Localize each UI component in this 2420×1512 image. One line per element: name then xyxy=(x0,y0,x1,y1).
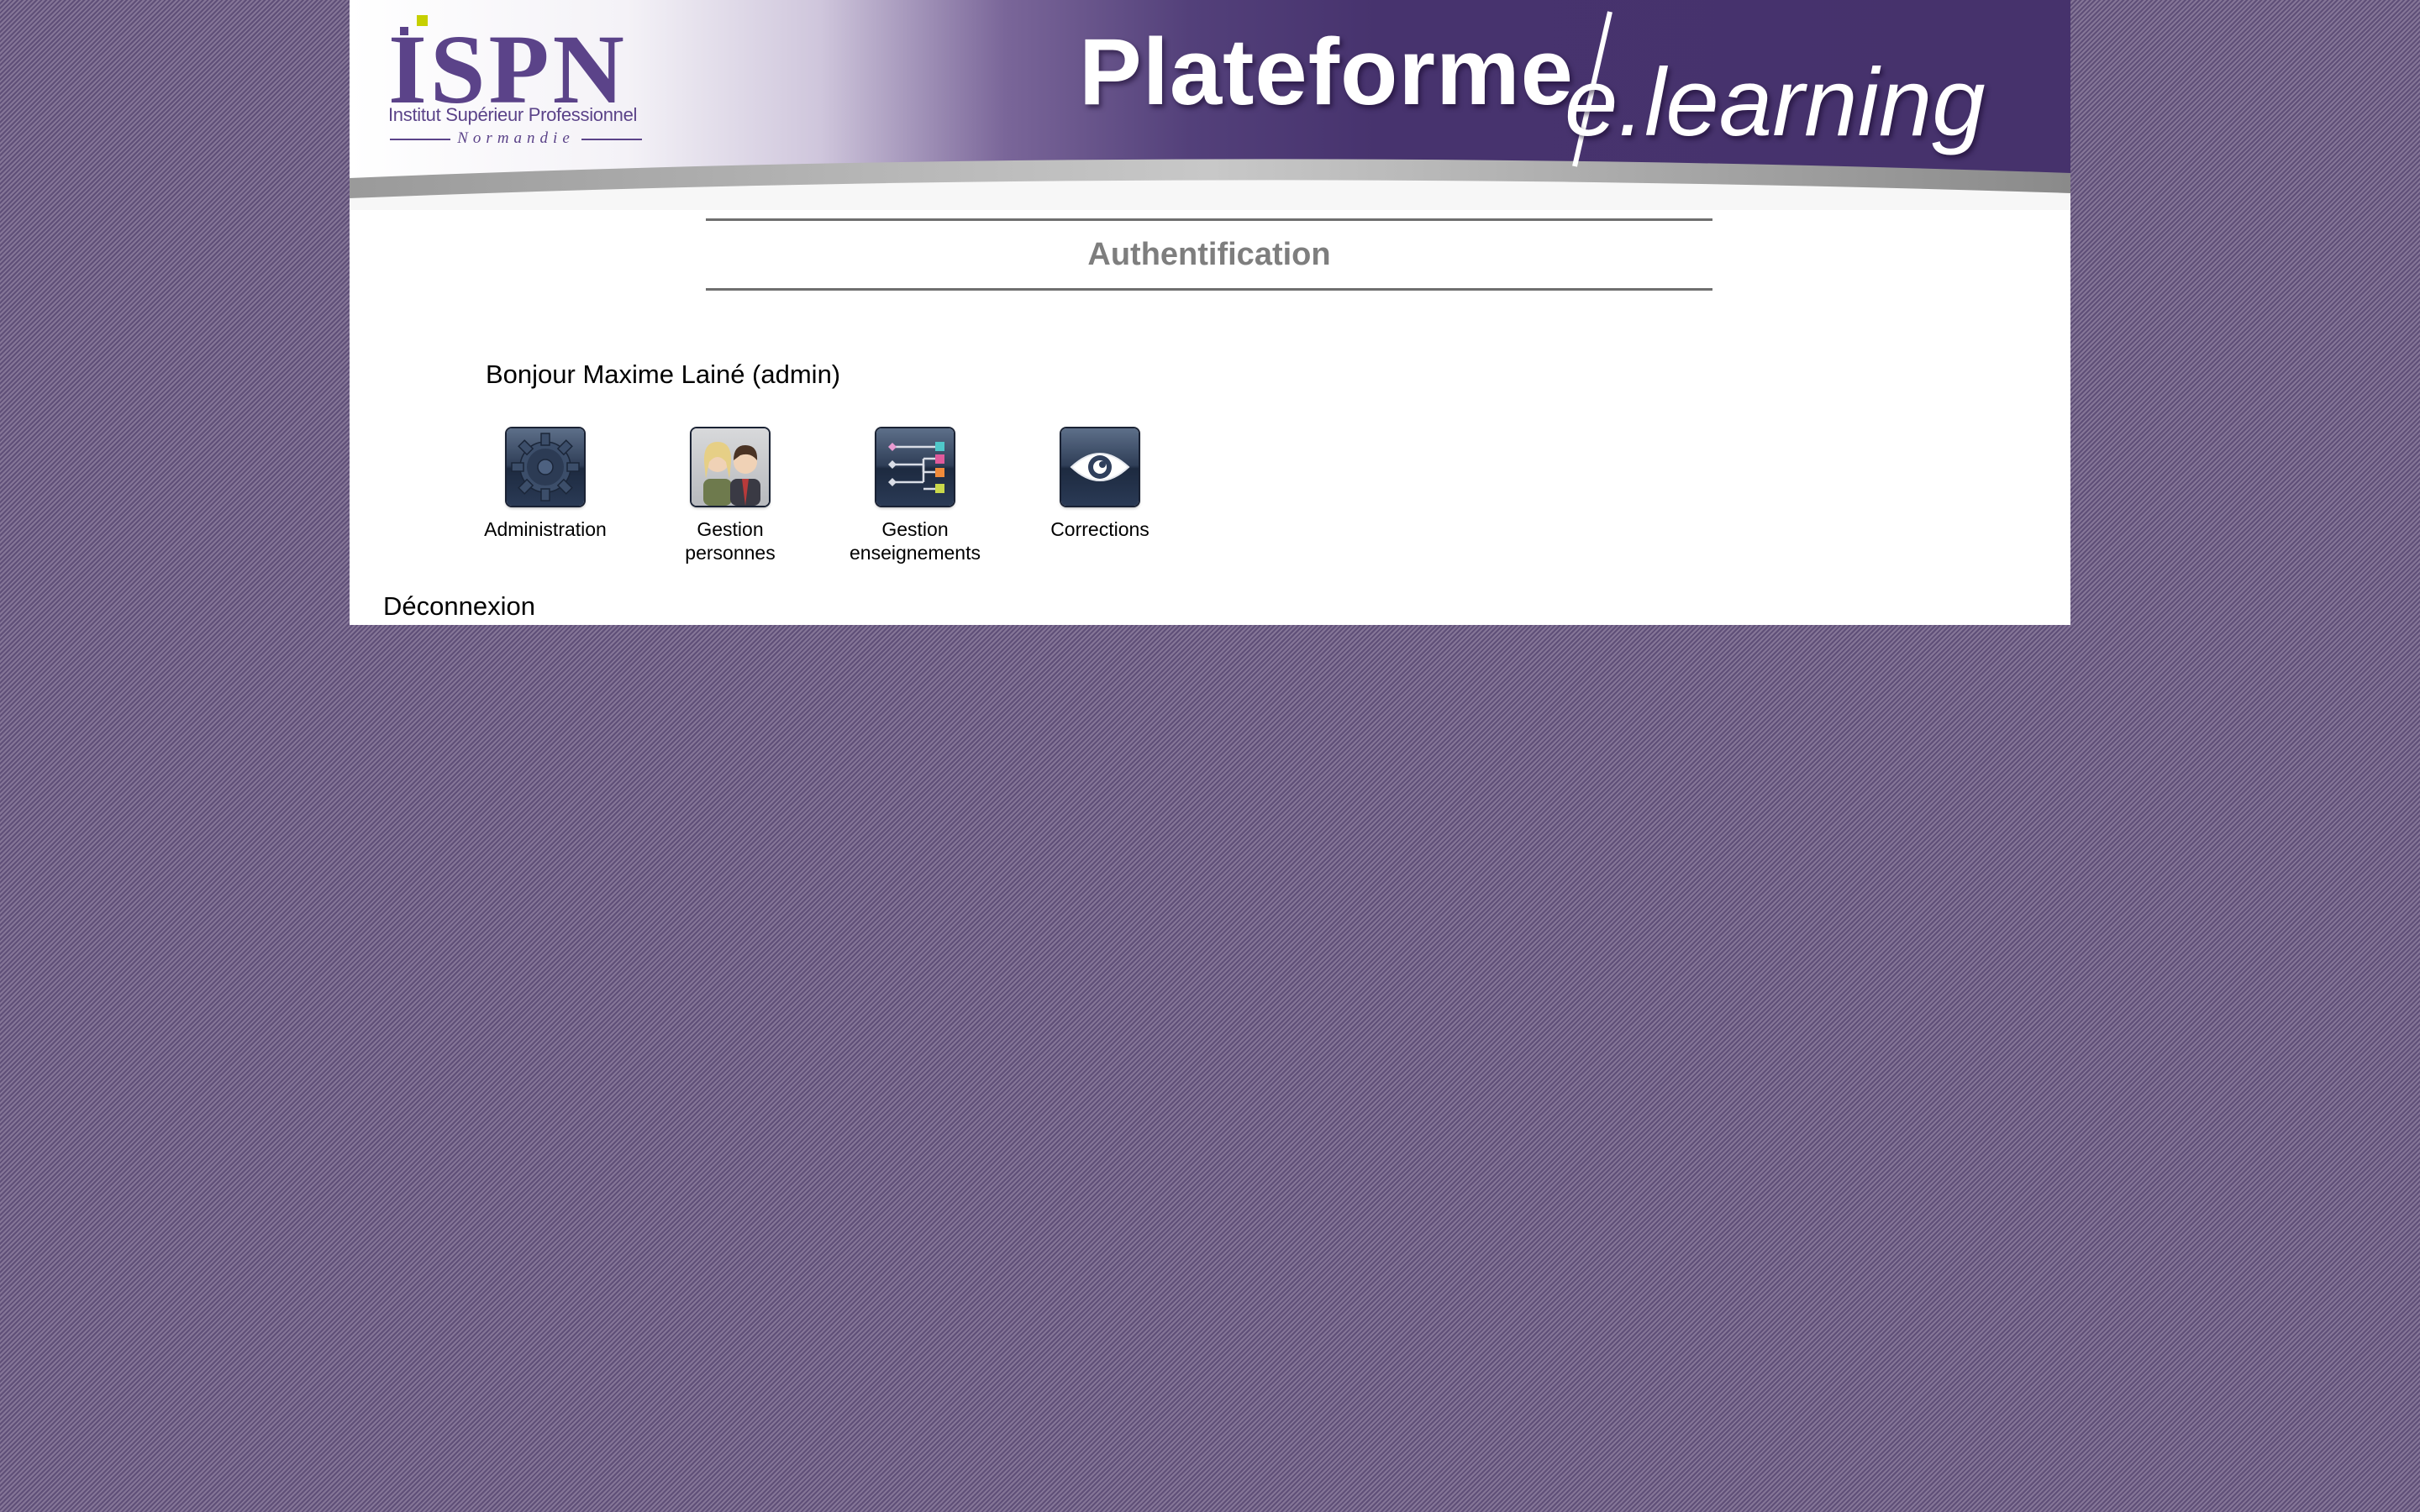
ispn-logo: ISPN Institut Supérieur Professionnel No… xyxy=(373,13,642,153)
page-container: ISPN Institut Supérieur Professionnel No… xyxy=(350,0,2070,625)
manage-teaching-tile[interactable]: Gestion enseignements xyxy=(823,428,1007,564)
administration-tile[interactable]: Administration xyxy=(453,428,638,541)
welcome-message: Bonjour Maxime Lainé (admin) xyxy=(486,360,841,389)
page-title-bar: Authentification xyxy=(706,218,1712,291)
logo-rule-right xyxy=(581,139,642,140)
corrections-tile[interactable]: Corrections xyxy=(1007,428,1192,541)
manage-teaching-label: Gestion enseignements xyxy=(850,518,981,564)
corrections-label: Corrections xyxy=(1050,518,1150,540)
people-icon xyxy=(692,428,769,506)
org-chart-icon xyxy=(876,428,954,506)
logo-region: Normandie xyxy=(457,129,575,147)
administration-label: Administration xyxy=(484,518,607,540)
gear-icon xyxy=(507,428,584,506)
header-banner: ISPN Institut Supérieur Professionnel No… xyxy=(350,0,2070,210)
manage-people-label: Gestion personnes xyxy=(685,518,776,564)
eye-icon xyxy=(1061,428,1139,506)
platform-subtitle: e.learning xyxy=(1565,50,1986,156)
manage-people-tile[interactable]: Gestion personnes xyxy=(638,428,823,564)
platform-title: Plateforme xyxy=(1079,19,1574,124)
logo-rule-left xyxy=(390,139,450,140)
logo-subtitle: Institut Supérieur Professionnel xyxy=(388,104,638,125)
logout-link[interactable]: Déconnexion xyxy=(383,591,535,622)
page-title: Authentification xyxy=(1087,237,1331,272)
